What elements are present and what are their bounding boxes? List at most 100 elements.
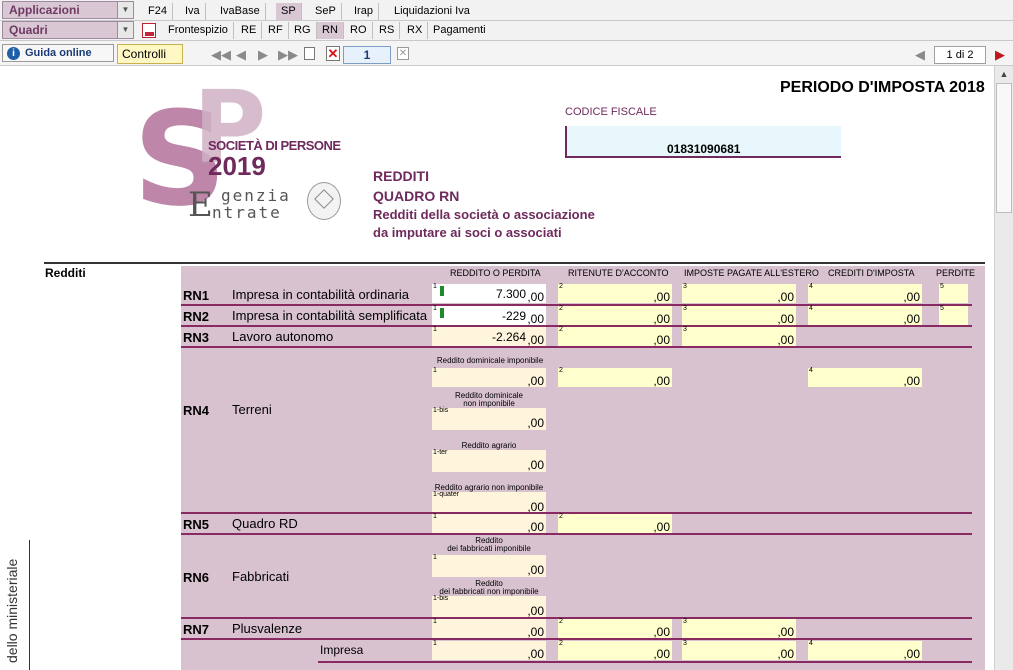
tab-irap[interactable]: Irap [349, 3, 379, 20]
rn7-impresa-crediti-field[interactable]: 4,00 [808, 640, 922, 661]
tab-liquidazioni-iva[interactable]: Liquidazioni Iva [389, 3, 475, 20]
last-page-icon[interactable]: ▶▶ [278, 47, 298, 63]
rn1-reddito-value: 7.300 [495, 287, 526, 301]
rn7-imposte-field[interactable]: 3,00 [682, 618, 796, 639]
rn4-ritenute-field[interactable]: 2,00 [558, 367, 672, 388]
vertical-scrollbar[interactable]: ▲ [994, 66, 1013, 670]
tab-rs[interactable]: RS [374, 22, 401, 39]
rn1-imposte-field[interactable]: 3,00 [682, 283, 796, 304]
next-page-icon[interactable]: ▶ [258, 47, 268, 63]
rn1-perdite-field[interactable]: 5 [939, 283, 968, 303]
col-crediti: CREDITI D'IMPOSTA [828, 268, 915, 278]
tab-sep[interactable]: SeP [310, 3, 342, 20]
scroll-up-icon[interactable]: ▲ [995, 66, 1013, 82]
tab-pagamenti[interactable]: Pagamenti [428, 22, 491, 39]
pdf-icon[interactable] [142, 23, 156, 38]
svg-text:E: E [188, 186, 213, 220]
rn1-crediti-field[interactable]: 4,00 [808, 283, 922, 304]
copy-page-icon[interactable] [304, 47, 315, 60]
tab-ro[interactable]: RO [345, 22, 373, 39]
rn2-crediti-field[interactable]: 4,00 [808, 305, 922, 326]
periodo-imposta: PERIODO D'IMPOSTA 2018 [780, 79, 985, 96]
rn3-reddito-value: -2.264 [491, 330, 526, 344]
row-label-rn2: Impresa in contabilità semplificata [232, 308, 428, 323]
rn7-impresa-reddito-field[interactable]: 1,00 [432, 640, 546, 661]
chevron-down-icon[interactable]: ▼ [117, 22, 133, 38]
pagination-indicator: 1 di 2 [934, 46, 986, 64]
title-redditi: REDDITI [373, 168, 429, 184]
rn2-perdite-field[interactable]: 5 [939, 305, 968, 325]
rn4-crediti-field[interactable]: 4,00 [808, 367, 922, 388]
row-divider [181, 346, 972, 348]
tab-rg[interactable]: RG [289, 22, 317, 39]
rn4-dominicale-field[interactable]: 1,00 [432, 367, 546, 388]
tab-rn[interactable]: RN [317, 22, 344, 39]
rn3-imposte-field[interactable]: 3,00 [682, 326, 796, 347]
logo-year: 2019 [208, 151, 266, 181]
controlli-button[interactable]: Controlli [117, 44, 183, 64]
row-label-rn1: Impresa in contabilità ordinaria [232, 287, 410, 302]
rn2-imposte-field[interactable]: 3,00 [682, 305, 796, 326]
vertical-divider [29, 540, 30, 670]
rn4-caption-dominicale: Reddito dominicale imponibile [436, 356, 544, 365]
applicazioni-combo[interactable]: Applicazioni ▼ [2, 1, 134, 19]
tab-sp[interactable]: SP [276, 3, 302, 20]
codice-fiscale-label: CODICE FISCALE [565, 106, 657, 118]
tab-iva[interactable]: Iva [180, 3, 206, 20]
delete-page-icon[interactable]: ✕ [326, 46, 340, 61]
rn1-ritenute-field[interactable]: 2,00 [558, 283, 672, 304]
chevron-down-icon[interactable]: ▼ [117, 2, 133, 18]
first-page-icon[interactable]: ◀◀ [211, 47, 231, 63]
tab-frontespizio[interactable]: Frontespizio [163, 22, 234, 39]
title-quadro-rn: QUADRO RN [373, 188, 460, 204]
row-label-rn7: Plusvalenze [232, 621, 303, 636]
row-divider [181, 533, 972, 535]
tab-rf[interactable]: RF [263, 22, 289, 39]
rn1-reddito-field[interactable]: 1 7.300 ,00 [432, 283, 546, 304]
codice-fiscale-field[interactable]: 01831090681 [565, 126, 841, 158]
guida-online-button[interactable]: i Guida online [2, 44, 114, 62]
rn6-fabbricati-non-field[interactable]: 1-bis ,00 [432, 595, 546, 618]
rn4-agrario-non-field[interactable]: 1-quater ,00 [432, 491, 546, 514]
rn7-reddito-field[interactable]: 1,00 [432, 618, 546, 639]
rn7-impresa-imposte-field[interactable]: 3,00 [682, 640, 796, 661]
rn2-ritenute-field[interactable]: 2,00 [558, 305, 672, 326]
row-label-rn7-impresa: Impresa [320, 643, 364, 657]
quadri-toolbar: Quadri ▼ Frontespizio RE RF RG RN RO RS … [0, 21, 1013, 41]
row-code-rn1: RN1 [183, 288, 210, 303]
rn4-dominicale-non-field[interactable]: 1-bis ,00 [432, 407, 546, 430]
prev-page-icon[interactable]: ◀ [236, 47, 246, 63]
row-label-rn5: Quadro RD [232, 516, 298, 531]
rn7-impresa-ritenute-field[interactable]: 2,00 [558, 640, 672, 661]
rn2-reddito-field[interactable]: 1 -229 ,00 [432, 305, 546, 326]
rn5-ritenute-field[interactable]: 2,00 [558, 513, 672, 534]
cancel-page-icon[interactable]: ✕ [397, 47, 409, 60]
rn4-agrario-field[interactable]: 1-ter ,00 [432, 449, 546, 472]
prev-instance-icon[interactable]: ◀ [915, 47, 925, 63]
tab-f24[interactable]: F24 [143, 3, 173, 20]
rn3-ritenute-field[interactable]: 2,00 [558, 326, 672, 347]
rn6-caption-imp-2: dei fabbricati imponibile [447, 544, 531, 553]
col-imposte-estero: IMPOSTE PAGATE ALL'ESTERO [684, 268, 819, 278]
next-instance-icon[interactable]: ▶ [995, 47, 1005, 63]
tab-rx[interactable]: RX [402, 22, 429, 39]
rn5-reddito-field[interactable]: 1,00 [432, 513, 546, 534]
rn7-ritenute-field[interactable]: 2,00 [558, 618, 672, 639]
rn2-reddito-value: -229 [501, 309, 526, 323]
entrate-text: ntrate [212, 203, 282, 222]
rn4-caption-agrario: Reddito agrario [461, 441, 517, 450]
row-label-rn4: Terreni [232, 402, 272, 417]
current-page-field[interactable]: 1 [343, 46, 391, 64]
tab-re[interactable]: RE [236, 22, 263, 39]
quadri-combo[interactable]: Quadri ▼ [2, 21, 134, 39]
tab-ivabase[interactable]: IvaBase [215, 3, 266, 20]
calc-marker-icon [440, 286, 444, 296]
rn6-fabbricati-field[interactable]: 1,00 [432, 554, 546, 577]
rn3-reddito-field[interactable]: 1 -2.264 ,00 [432, 326, 546, 347]
applicazioni-label: Applicazioni [9, 3, 80, 17]
row-code-rn4: RN4 [183, 403, 210, 418]
row-code-rn6: RN6 [183, 570, 210, 585]
row-code-rn2: RN2 [183, 309, 210, 324]
scrollbar-thumb[interactable] [996, 83, 1012, 213]
col-ritenute: RITENUTE D'ACCONTO [568, 268, 669, 278]
